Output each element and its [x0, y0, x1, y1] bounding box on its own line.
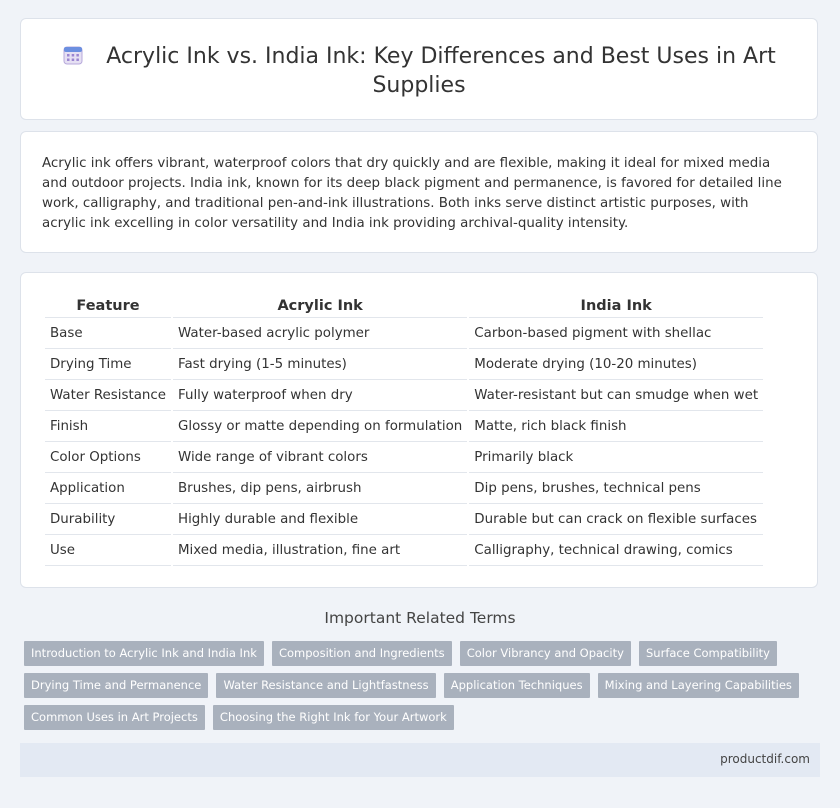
page-title: Acrylic Ink vs. India Ink: Key Differenc… — [21, 42, 817, 100]
column-header: India Ink — [469, 295, 764, 318]
table-cell: Use — [45, 535, 171, 566]
related-term-tag[interactable]: Surface Compatibility — [639, 641, 777, 666]
footer-site[interactable]: productdif.com — [720, 752, 810, 766]
table-cell: Application — [45, 473, 171, 504]
table-row: Drying Time Fast drying (1-5 minutes) Mode… — [45, 349, 764, 380]
table-cell: Calligraphy, technical drawing, comics — [469, 535, 764, 566]
table-cell: Moderate drying (10-20 minutes) — [469, 349, 764, 380]
table-cell: Color Options — [45, 442, 171, 473]
table-cell: Highly durable and flexible — [173, 504, 468, 535]
table-cell: Mixed media, illustration, fine art — [173, 535, 468, 566]
related-term-tag[interactable]: Common Uses in Art Projects — [24, 705, 205, 730]
table-row: Application Brushes, dip pens, airbrush Di… — [45, 473, 764, 504]
footer: productdif.com — [20, 743, 820, 777]
comparison-card: Feature Acrylic Ink India Ink Base Water-ba… — [20, 272, 818, 588]
intro-text: Acrylic ink offers vibrant, waterproof c… — [42, 156, 782, 231]
table-cell: Dip pens, brushes, technical pens — [469, 473, 764, 504]
intro-card: Acrylic ink offers vibrant, waterproof c… — [20, 131, 818, 253]
title-text: Acrylic Ink vs. India Ink: Key Differenc… — [106, 44, 776, 98]
table-row: Base Water-based acrylic polymer Carbon-ba… — [45, 318, 764, 349]
table-cell: Brushes, dip pens, airbrush — [173, 473, 468, 504]
table-cell: Durable but can crack on flexible surfac… — [469, 504, 764, 535]
related-term-tag[interactable]: Introduction to Acrylic Ink and India In… — [24, 641, 264, 666]
related-term-tag[interactable]: Color Vibrancy and Opacity — [459, 641, 631, 666]
related-term-tag[interactable]: Water Resistance and Lightfastness — [216, 673, 436, 698]
table-row: Use Mixed media, illustration, fine art Ca… — [45, 535, 764, 566]
table-row: Durability Highly durable and flexible Dur… — [45, 504, 764, 535]
column-header: Feature — [45, 295, 171, 318]
table-row: Color Options Wide range of vibrant color… — [45, 442, 764, 473]
table-cell: Carbon-based pigment with shellac — [469, 318, 764, 349]
table-row: Water Resistance Fully waterproof when dr… — [45, 380, 764, 411]
table-cell: Water Resistance — [45, 380, 171, 411]
table-cell: Finish — [45, 411, 171, 442]
table-cell: Glossy or matte depending on formulation — [173, 411, 468, 442]
table-cell: Fast drying (1-5 minutes) — [173, 349, 468, 380]
comparison-table: Feature Acrylic Ink India Ink Base Water-ba… — [43, 295, 765, 566]
related-term-tag[interactable]: Drying Time and Permanence — [24, 673, 209, 698]
related-term-tag[interactable]: Composition and Ingredients — [271, 641, 452, 666]
table-cell: Durability — [45, 504, 171, 535]
table-cell: Primarily black — [469, 442, 764, 473]
related-terms-title: Important Related Terms — [324, 609, 516, 627]
table-header-row: Feature Acrylic Ink India Ink — [45, 295, 764, 318]
table-cell: Base — [45, 318, 171, 349]
table-cell: Drying Time — [45, 349, 171, 380]
related-terms-list: Introduction to Acrylic Ink and India In… — [24, 641, 824, 737]
table-row: Finish Glossy or matte depending on formu… — [45, 411, 764, 442]
table-cell: Matte, rich black finish — [469, 411, 764, 442]
table-cell: Water-resistant but can smudge when wet — [469, 380, 764, 411]
calendar-icon — [63, 46, 83, 65]
table-cell: Water-based acrylic polymer — [173, 318, 468, 349]
table-cell: Fully waterproof when dry — [173, 380, 468, 411]
table-cell: Wide range of vibrant colors — [173, 442, 468, 473]
header-card: Acrylic Ink vs. India Ink: Key Differenc… — [20, 18, 818, 120]
related-term-tag[interactable]: Mixing and Layering Capabilities — [597, 673, 799, 698]
column-header: Acrylic Ink — [173, 295, 468, 318]
related-term-tag[interactable]: Choosing the Right Ink for Your Artwork — [212, 705, 454, 730]
related-term-tag[interactable]: Application Techniques — [443, 673, 590, 698]
